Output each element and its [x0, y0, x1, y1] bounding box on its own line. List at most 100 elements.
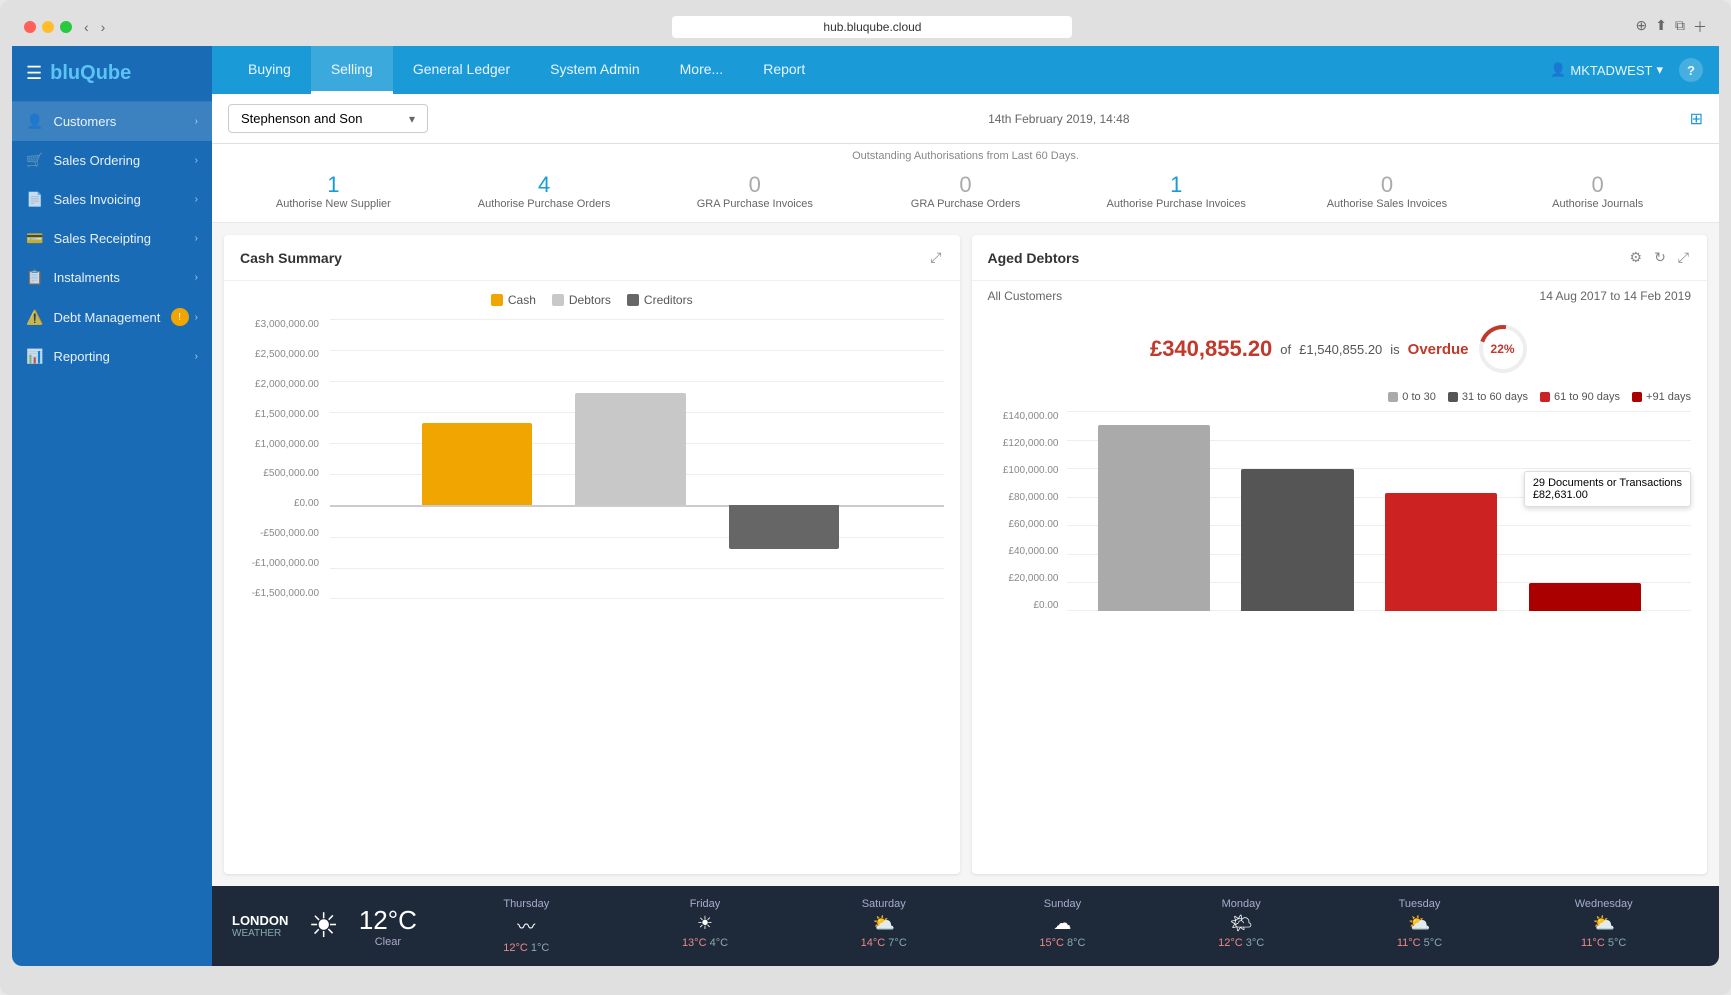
aged-yaxis: £140,000.00 £120,000.00 £100,000.00 £80,… [988, 411, 1063, 611]
creditors-bar [729, 505, 839, 548]
nav-selling[interactable]: Selling [311, 46, 393, 94]
url-bar[interactable]: hub.bluqube.cloud [672, 16, 1072, 38]
nav-general-ledger[interactable]: General Ledger [393, 46, 530, 94]
aged-y5: £60,000.00 [1008, 519, 1058, 530]
weather-mon-icon: 🌤 [1218, 913, 1264, 934]
legend-31-60-dot [1448, 392, 1458, 402]
legend-91-dot [1632, 392, 1642, 402]
aged-bar-91plus [1529, 583, 1641, 611]
app-logo: bluQube [50, 62, 131, 85]
refresh-aged-button[interactable]: ↻ [1652, 247, 1668, 268]
chevron-right-icon-5: › [195, 272, 198, 283]
auth-gra-orders[interactable]: 0 GRA Purchase Orders [860, 172, 1071, 210]
weather-sun-icon: ☁ [1039, 913, 1085, 934]
weather-fri-icon: ☀ [682, 913, 728, 934]
sidebar-label-sales-invoicing: Sales Invoicing [53, 192, 140, 207]
maximize-button[interactable] [60, 21, 72, 33]
sidebar-label-sales-receipting: Sales Receipting [53, 231, 151, 246]
yaxis-label: -£500,000.00 [260, 528, 319, 539]
aged-y3: £100,000.00 [1003, 465, 1059, 476]
sidebar-item-debt-management[interactable]: ⚠️ Debt Management ! › [12, 297, 212, 337]
minimize-button[interactable] [42, 21, 54, 33]
back-button[interactable]: ‹ [80, 17, 93, 37]
nav-buying[interactable]: Buying [228, 46, 311, 94]
help-button[interactable]: ? [1679, 58, 1703, 82]
aged-y7: £20,000.00 [1008, 573, 1058, 584]
weather-tue-temps: 11°C 5°C [1397, 937, 1442, 949]
overdue-pct: 22% [1491, 342, 1515, 356]
grid-icon[interactable]: ⊞ [1690, 109, 1703, 129]
hamburger-icon[interactable]: ☰ [26, 63, 42, 84]
browser-action-3: ⧉ [1675, 17, 1685, 37]
chevron-right-icon-2: › [195, 155, 198, 166]
nav-system-admin[interactable]: System Admin [530, 46, 659, 94]
forward-button[interactable]: › [97, 17, 110, 37]
weather-thu-icon: 〰 [503, 913, 549, 939]
overdue-of: of [1280, 342, 1291, 357]
debt-badge: ! [171, 308, 189, 326]
weather-fri-name: Friday [682, 898, 728, 910]
legend-61-90-label: 61 to 90 days [1554, 391, 1620, 403]
close-button[interactable] [24, 21, 36, 33]
sidebar-item-sales-receipting[interactable]: 💳 Sales Receipting › [12, 219, 212, 258]
yaxis-label: £2,000,000.00 [255, 379, 319, 390]
weather-wed: Wednesday ⛅ 11°C 5°C [1575, 898, 1633, 954]
sidebar-item-instalments[interactable]: 📋 Instalments › [12, 258, 212, 297]
user-menu[interactable]: 👤 MKTADWEST ▾ [1550, 62, 1663, 78]
top-nav: Buying Selling General Ledger System Adm… [212, 46, 1719, 94]
auth-label-purchase-invoices: Authorise Purchase Invoices [1071, 198, 1282, 210]
weather-city: LONDON [232, 913, 288, 928]
settings-aged-button[interactable]: ⚙ [1628, 247, 1645, 268]
legend-cash-label: Cash [508, 293, 536, 307]
weather-temp: 12°C [359, 905, 417, 936]
sidebar-item-sales-invoicing[interactable]: 📄 Sales Invoicing › [12, 180, 212, 219]
weather-tue-icon: ⛅ [1397, 913, 1442, 934]
auth-sales-invoices[interactable]: 0 Authorise Sales Invoices [1282, 172, 1493, 210]
sidebar-item-customers[interactable]: 👤 Customers › [12, 102, 212, 141]
auth-count-gra-orders: 0 [860, 172, 1071, 198]
cash-chart-legend: Cash Debtors Creditors [240, 293, 944, 307]
company-selector[interactable]: Stephenson and Son ▾ [228, 104, 428, 133]
expand-cash-chart-button[interactable]: ⤢ [928, 247, 943, 268]
nav-more[interactable]: More... [660, 46, 744, 94]
zero-line [330, 505, 944, 507]
auth-count-sales-invoices: 0 [1282, 172, 1493, 198]
auth-count-purchase-invoices: 1 [1071, 172, 1282, 198]
browser-action-4[interactable]: ＋ [1693, 17, 1707, 37]
expand-aged-button[interactable]: ⤢ [1676, 247, 1691, 268]
legend-debtors-label: Debtors [569, 293, 611, 307]
logo-suffix: Qube [80, 62, 131, 84]
weather-wed-temps: 11°C 5°C [1575, 937, 1633, 949]
overdue-circle: 22% [1477, 323, 1529, 375]
sidebar-item-sales-ordering[interactable]: 🛒 Sales Ordering › [12, 141, 212, 180]
weather-fri-lo: 4°C [710, 937, 728, 949]
auth-purchase-orders[interactable]: 4 Authorise Purchase Orders [439, 172, 650, 210]
weather-bar: LONDON WEATHER ☀ 12°C Clear Thursday 〰 1… [212, 886, 1719, 966]
content-area: Cash Summary ⤢ Cash [212, 223, 1719, 886]
aged-y6: £40,000.00 [1008, 546, 1058, 557]
weather-sun: Sunday ☁ 15°C 8°C [1039, 898, 1085, 954]
sidebar-item-reporting[interactable]: 📊 Reporting › [12, 337, 212, 376]
nav-report[interactable]: Report [743, 46, 825, 94]
auth-purchase-invoices[interactable]: 1 Authorise Purchase Invoices [1071, 172, 1282, 210]
aged-y8: £0.00 [1033, 600, 1058, 611]
sales-ordering-icon: 🛒 [26, 152, 43, 169]
legend-31-60-label: 31 to 60 days [1462, 391, 1528, 403]
weather-fri-hi: 13°C [682, 937, 707, 949]
browser-action-1: ⊕ [1636, 17, 1648, 37]
auth-label-gra-invoices: GRA Purchase Invoices [649, 198, 860, 210]
weather-tue: Tuesday ⛅ 11°C 5°C [1397, 898, 1442, 954]
sidebar-label-instalments: Instalments [53, 270, 119, 285]
weather-sat-hi: 14°C [861, 937, 886, 949]
auth-label-new-supplier: Authorise New Supplier [228, 198, 439, 210]
aged-y2: £120,000.00 [1003, 438, 1059, 449]
auth-journals[interactable]: 0 Authorise Journals [1492, 172, 1703, 210]
cash-yaxis: £3,000,000.00 £2,500,000.00 £2,000,000.0… [240, 319, 325, 599]
auth-bar-title: Outstanding Authorisations from Last 60 … [212, 144, 1719, 164]
auth-label-journals: Authorise Journals [1492, 198, 1703, 210]
weather-mon-temps: 12°C 3°C [1218, 937, 1264, 949]
aged-date-range: 14 Aug 2017 to 14 Feb 2019 [1540, 289, 1691, 303]
auth-gra-invoices[interactable]: 0 GRA Purchase Invoices [649, 172, 860, 210]
auth-new-supplier[interactable]: 1 Authorise New Supplier [228, 172, 439, 210]
sales-receipting-icon: 💳 [26, 230, 43, 247]
